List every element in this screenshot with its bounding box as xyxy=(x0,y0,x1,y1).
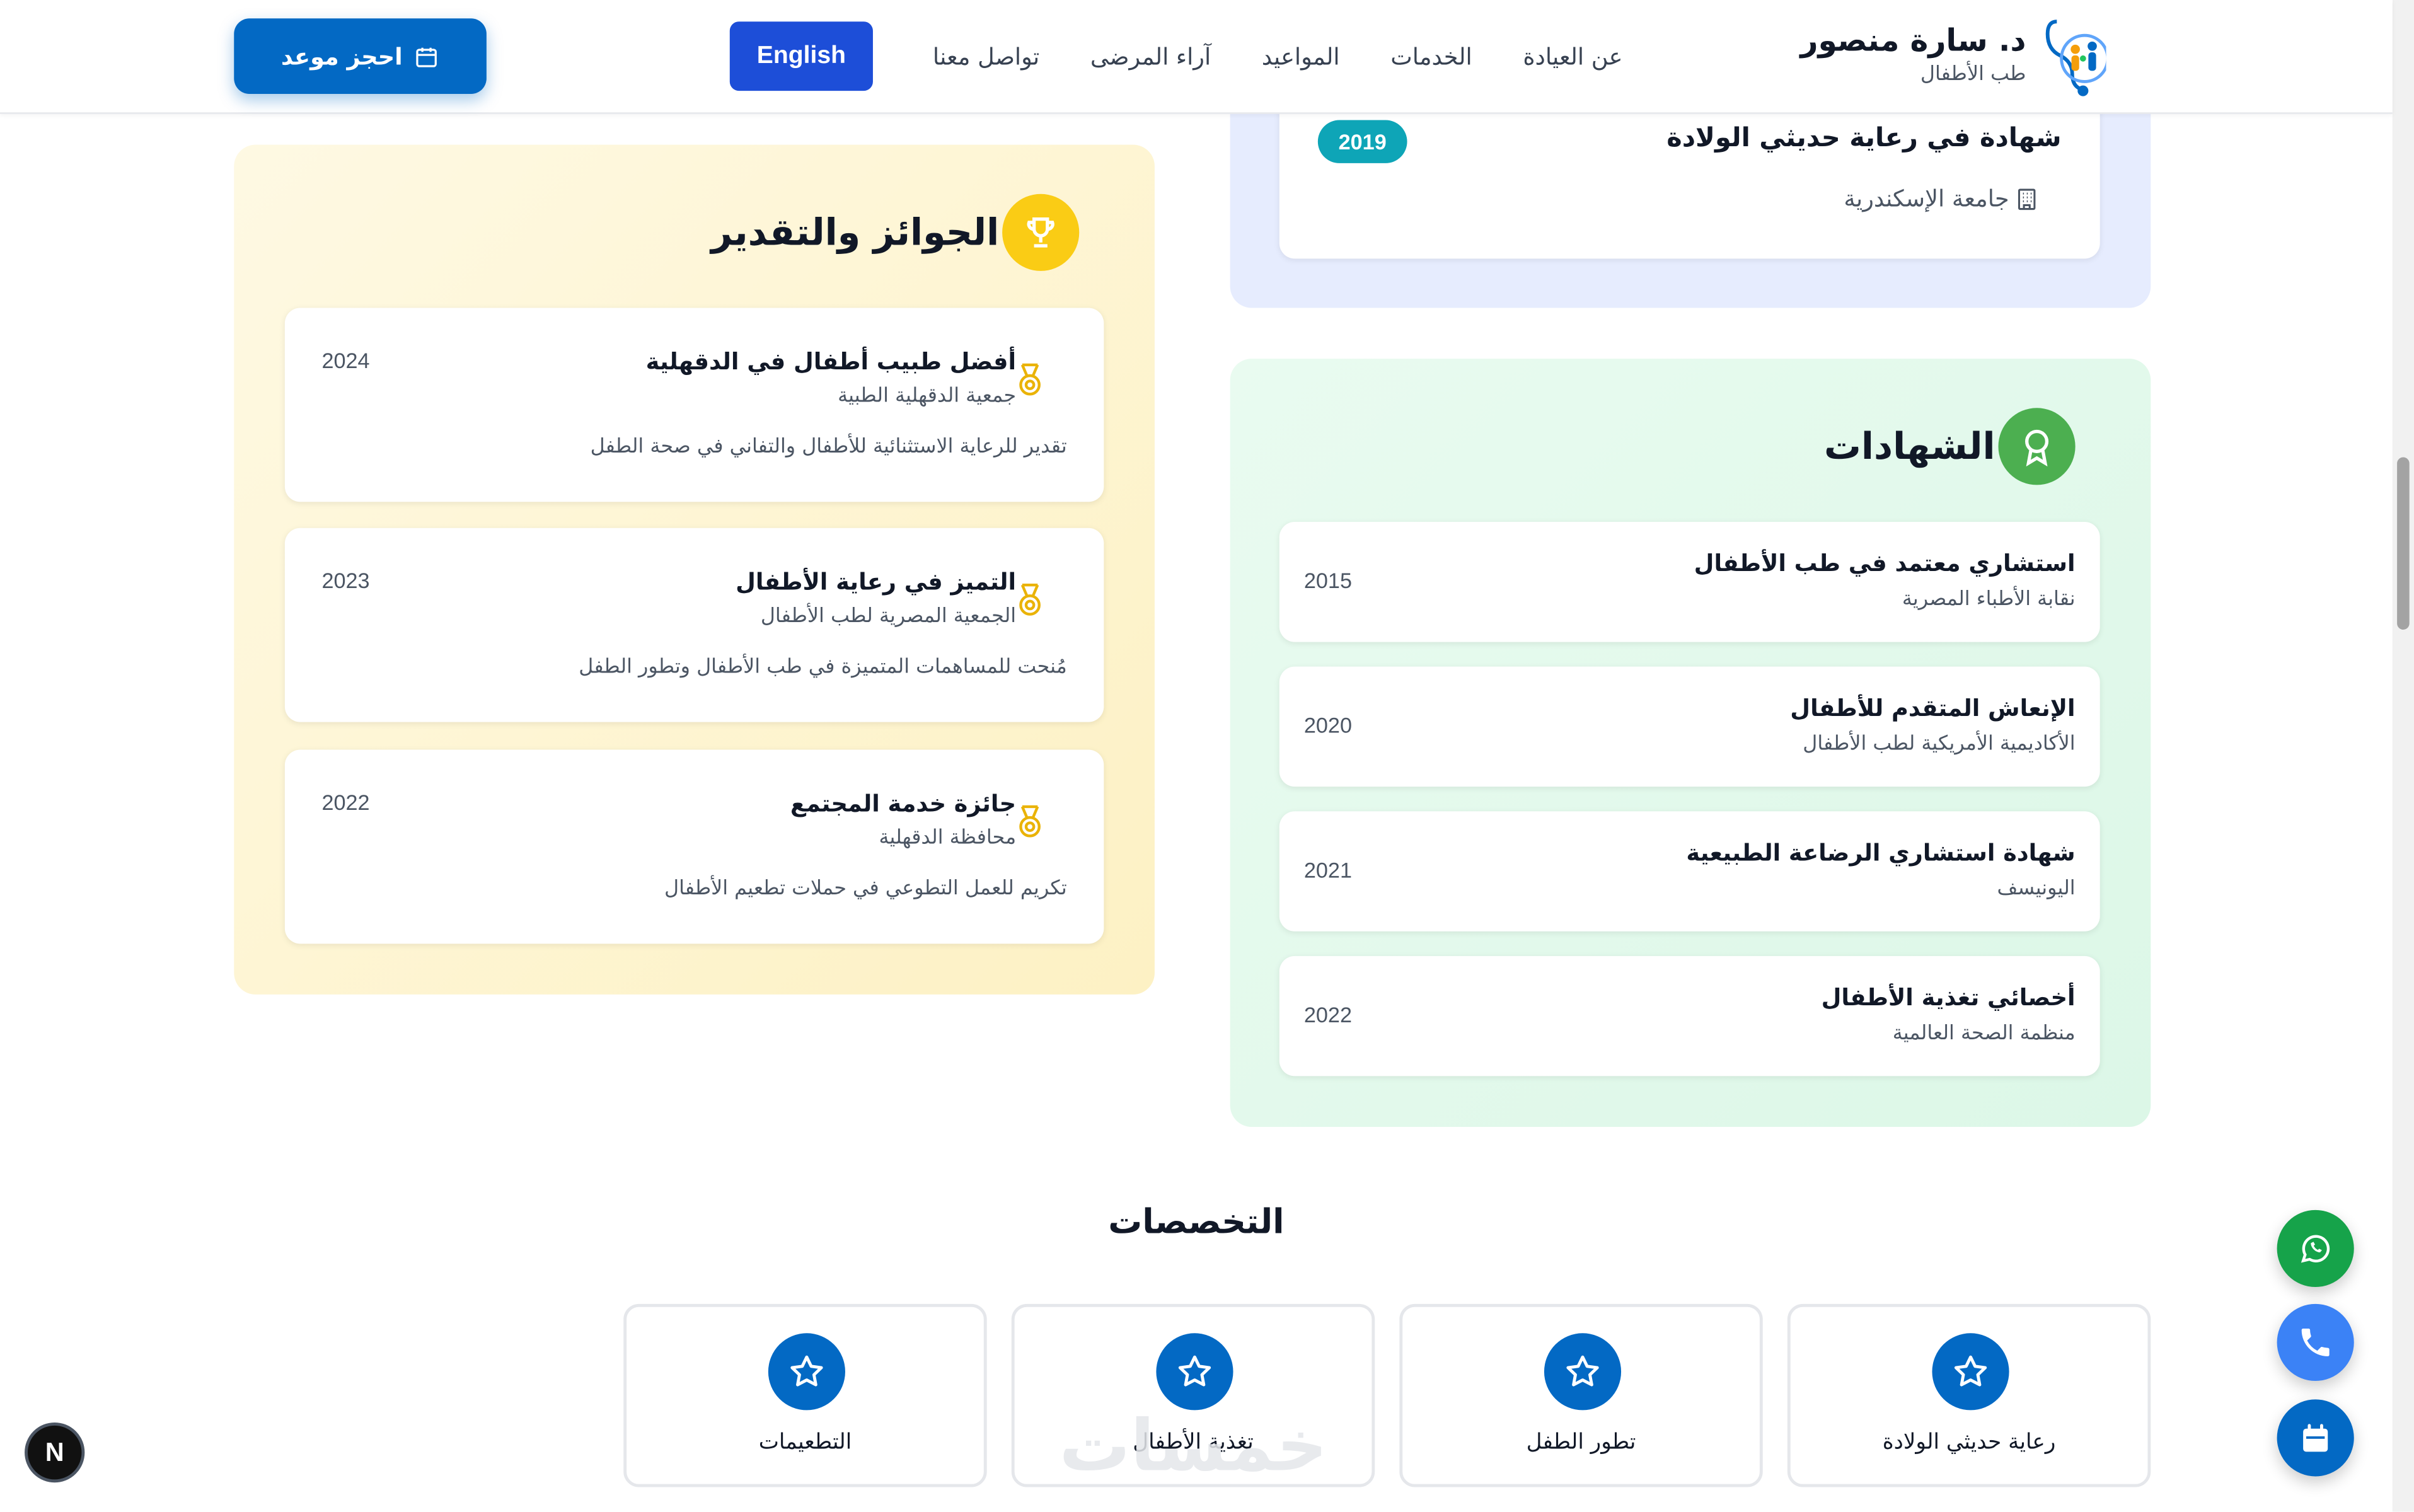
specialty-card[interactable]: رعاية حديثي الولادة xyxy=(1787,1303,2151,1487)
certificate-title: الإنعاش المتقدم للأطفال xyxy=(1790,694,2076,722)
brand-subtitle: طب الأطفال xyxy=(1920,63,2026,86)
whatsapp-button[interactable] xyxy=(2277,1209,2354,1288)
certificate-title: استشاري معتمد في طب الأطفال xyxy=(1694,550,2076,577)
medal-icon xyxy=(1019,805,1041,838)
star-icon xyxy=(1932,1333,2009,1411)
nav-reviews[interactable]: آراء المرضى xyxy=(1090,37,1211,78)
medal-icon xyxy=(1019,363,1041,396)
specialties-title: التخصصات xyxy=(1108,1204,1285,1243)
award-org: جمعية الدقهلية الطبية xyxy=(838,384,1017,408)
phone-icon xyxy=(2301,1328,2330,1356)
certificate-year: 2021 xyxy=(1303,857,1352,882)
certificate-card: الإنعاش المتقدم للأطفال الأكاديمية الأمر… xyxy=(1279,666,2100,787)
nextjs-dev-badge[interactable]: N xyxy=(25,1422,85,1483)
site-header: د. سارة منصور طب الأطفال عن العيادة الخد… xyxy=(0,0,2393,114)
watermark: خمسات xyxy=(1059,1404,1328,1487)
award-card: جائزة خدمة المجتمع محافظة الدقهلية تكريم… xyxy=(284,749,1104,944)
language-button[interactable]: English xyxy=(729,21,873,91)
scrollbar-thumb[interactable] xyxy=(2397,457,2410,630)
award-org: محافظة الدقهلية xyxy=(879,826,1017,850)
specialty-label: التطعيمات xyxy=(758,1430,852,1455)
certificate-org: الأكاديمية الأمريكية لطب الأطفال xyxy=(1803,732,2076,756)
certificate-org: نقابة الأطباء المصرية xyxy=(1902,588,2076,611)
award-org: الجمعية المصرية لطب الأطفال xyxy=(760,604,1017,628)
calendar-icon xyxy=(2303,1424,2328,1452)
education-institution-label: جامعة الإسكندرية xyxy=(1844,185,2009,213)
medal-icon xyxy=(1019,583,1041,616)
whatsapp-icon xyxy=(2301,1235,2330,1263)
certificate-card: أخصائي تغذية الأطفال منظمة الصحة العالمي… xyxy=(1279,955,2100,1076)
awards-title: الجوائز والتقدير xyxy=(711,211,1000,255)
certificates-title: الشهادات xyxy=(1824,425,1995,468)
star-icon xyxy=(768,1333,845,1411)
education-title: شهادة في رعاية حديثي الولادة xyxy=(1666,123,2062,154)
specialty-card[interactable]: تطور الطفل xyxy=(1399,1303,1763,1487)
specialty-card[interactable]: التطعيمات xyxy=(623,1303,987,1487)
award-description: مُنحت للمساهمات المتميزة في طب الأطفال و… xyxy=(579,655,1067,679)
star-icon xyxy=(1544,1333,1622,1411)
award-card: أفضل طبيب أطفال في الدقهلية جمعية الدقهل… xyxy=(284,308,1104,502)
specialty-label: رعاية حديثي الولادة xyxy=(1882,1430,2056,1455)
awards-heading: الجوائز والتقدير xyxy=(711,193,1080,271)
award-card: التميز في رعاية الأطفال الجمعية المصرية … xyxy=(284,528,1104,722)
page-scrollbar[interactable] xyxy=(2392,0,2414,1512)
trophy-icon xyxy=(1002,193,1080,271)
certificate-title: شهادة استشاري الرضاعة الطبيعية xyxy=(1686,839,2076,867)
certificate-title: أخصائي تغذية الأطفال xyxy=(1821,983,2076,1012)
certificates-heading: الشهادات xyxy=(1824,408,2076,485)
star-icon xyxy=(1156,1333,1233,1411)
award-description: تكريم للعمل التطوعي في حملات تطعيم الأطف… xyxy=(664,877,1067,901)
certificate-year: 2022 xyxy=(1303,1002,1352,1027)
book-appointment-button[interactable]: احجز موعد xyxy=(234,18,487,94)
phone-button[interactable] xyxy=(2277,1303,2354,1382)
certificate-card: شهادة استشاري الرضاعة الطبيعية اليونيسف … xyxy=(1279,811,2100,932)
education-institution: جامعة الإسكندرية xyxy=(1844,185,2038,212)
brand-name: د. سارة منصور xyxy=(1800,21,2026,59)
award-title: جائزة خدمة المجتمع xyxy=(790,790,1017,818)
nav-contact[interactable]: تواصل معنا xyxy=(933,37,1039,78)
award-title: أفضل طبيب أطفال في الدقهلية xyxy=(645,348,1017,376)
nav-appointments[interactable]: المواعيد xyxy=(1262,37,1340,78)
certificate-year: 2015 xyxy=(1303,568,1352,593)
certificate-org: منظمة الصحة العالمية xyxy=(1892,1022,2076,1046)
calendar-icon xyxy=(417,47,438,67)
certificate-year: 2020 xyxy=(1303,712,1352,738)
page-stage: شهادة في رعاية حديثي الولادة جامعة الإسك… xyxy=(0,0,2414,1512)
award-title: التميز في رعاية الأطفال xyxy=(736,568,1017,596)
award-year: 2022 xyxy=(321,790,370,815)
brand-text: د. سارة منصور طب الأطفال xyxy=(1800,20,2026,91)
calendar-button[interactable] xyxy=(2277,1399,2354,1477)
award-year: 2024 xyxy=(321,348,370,373)
award-description: تقدير للرعاية الاستثنائية للأطفال والتفا… xyxy=(590,436,1067,459)
award-ribbon-icon xyxy=(1998,408,2076,485)
certificate-org: اليونيسف xyxy=(1997,877,2076,901)
stethoscope-family-icon xyxy=(2045,20,2106,96)
specialty-label: تطور الطفل xyxy=(1526,1430,1636,1455)
brand[interactable]: د. سارة منصور طب الأطفال xyxy=(1800,13,2106,99)
building-icon xyxy=(2018,188,2036,209)
nav-services[interactable]: الخدمات xyxy=(1390,37,1472,78)
education-year-badge: 2019 xyxy=(1317,120,1407,163)
certificate-card: استشاري معتمد في طب الأطفال نقابة الأطبا… xyxy=(1279,522,2100,642)
award-year: 2023 xyxy=(321,568,370,593)
main-nav: عن العيادة الخدمات المواعيد آراء المرضى … xyxy=(933,37,1623,78)
nav-about[interactable]: عن العيادة xyxy=(1523,37,1622,78)
book-appointment-label: احجز موعد xyxy=(280,42,403,71)
